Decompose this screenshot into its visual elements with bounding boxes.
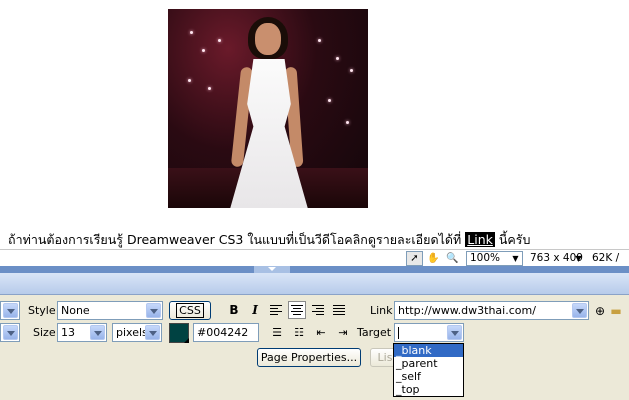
collapse-arrow-icon — [268, 267, 276, 271]
unordered-list-icon[interactable]: ☰ — [268, 324, 286, 342]
align-center-button[interactable] — [288, 301, 306, 319]
italic-button[interactable]: I — [246, 301, 264, 319]
text-color-input[interactable]: #004242 — [193, 323, 259, 342]
chevron-down-icon — [90, 325, 105, 340]
text-color-swatch[interactable] — [169, 323, 189, 343]
target-option-self[interactable]: _self — [394, 370, 463, 383]
size-select[interactable]: 13 — [57, 323, 107, 342]
target-dropdown-list[interactable]: _blank _parent _self _top — [393, 343, 464, 397]
chevron-down-icon — [447, 325, 462, 340]
window-size-select[interactable]: 763 x 409 ▼ — [526, 251, 586, 266]
chevron-down-icon — [3, 303, 18, 318]
style-label: Style — [28, 304, 56, 317]
properties-panel-header — [0, 273, 629, 295]
ordered-list-icon[interactable]: ☷ — [290, 324, 308, 342]
indent-icon[interactable]: ⇥ — [334, 324, 352, 342]
link-input[interactable]: http://www.dw3thai.com/ — [394, 301, 589, 320]
hand-tool-icon[interactable]: ✋ — [425, 251, 442, 266]
outdent-icon[interactable]: ⇤ — [312, 324, 330, 342]
chevron-down-icon — [145, 325, 160, 340]
caption-text: ถ้าท่านต้องการเรียนรู้ Dreamweaver CS3 ใ… — [8, 232, 462, 247]
target-label: Target — [357, 326, 392, 339]
document-caption: ถ้าท่านต้องการเรียนรู้ Dreamweaver CS3 ใ… — [8, 230, 530, 250]
page-properties-button[interactable]: Page Properties... — [257, 348, 361, 367]
panel-collapse-bar[interactable] — [0, 266, 629, 273]
align-justify-button[interactable] — [330, 301, 348, 319]
format-select[interactable] — [0, 301, 20, 320]
caption-suffix: นี้ครับ — [498, 232, 531, 247]
chevron-down-icon — [3, 325, 18, 340]
target-option-parent[interactable]: _parent — [394, 357, 463, 370]
status-bar: ➚ ✋ 🔍 100%▼ 763 x 409▼ 62K / 9 — [0, 249, 629, 279]
document-image — [168, 9, 368, 208]
size-unit-select[interactable]: pixels — [112, 323, 162, 342]
zoom-tool-icon[interactable]: 🔍 — [444, 251, 461, 266]
chevron-down-icon — [146, 303, 161, 318]
target-select[interactable] — [394, 323, 464, 342]
browse-folder-icon[interactable]: ▬ — [607, 302, 625, 320]
zoom-select[interactable]: 100% ▼ — [466, 251, 523, 266]
target-option-top[interactable]: _top — [394, 383, 463, 396]
link-label: Link — [370, 304, 393, 317]
target-option-blank[interactable]: _blank — [394, 344, 463, 357]
pointer-tool-icon[interactable]: ➚ — [406, 251, 423, 266]
chevron-down-icon: ▼ — [575, 254, 582, 263]
chevron-down-icon — [572, 303, 587, 318]
font-select[interactable] — [0, 323, 20, 342]
chevron-down-icon: ▼ — [512, 254, 519, 263]
align-left-button[interactable] — [267, 301, 285, 319]
text-cursor — [398, 327, 399, 339]
caption-link[interactable]: Link — [465, 232, 495, 247]
bold-button[interactable]: B — [225, 301, 243, 319]
css-button[interactable]: CSS — [169, 301, 211, 320]
align-right-button[interactable] — [309, 301, 327, 319]
size-label: Size — [33, 326, 56, 339]
style-select[interactable]: None — [57, 301, 163, 320]
